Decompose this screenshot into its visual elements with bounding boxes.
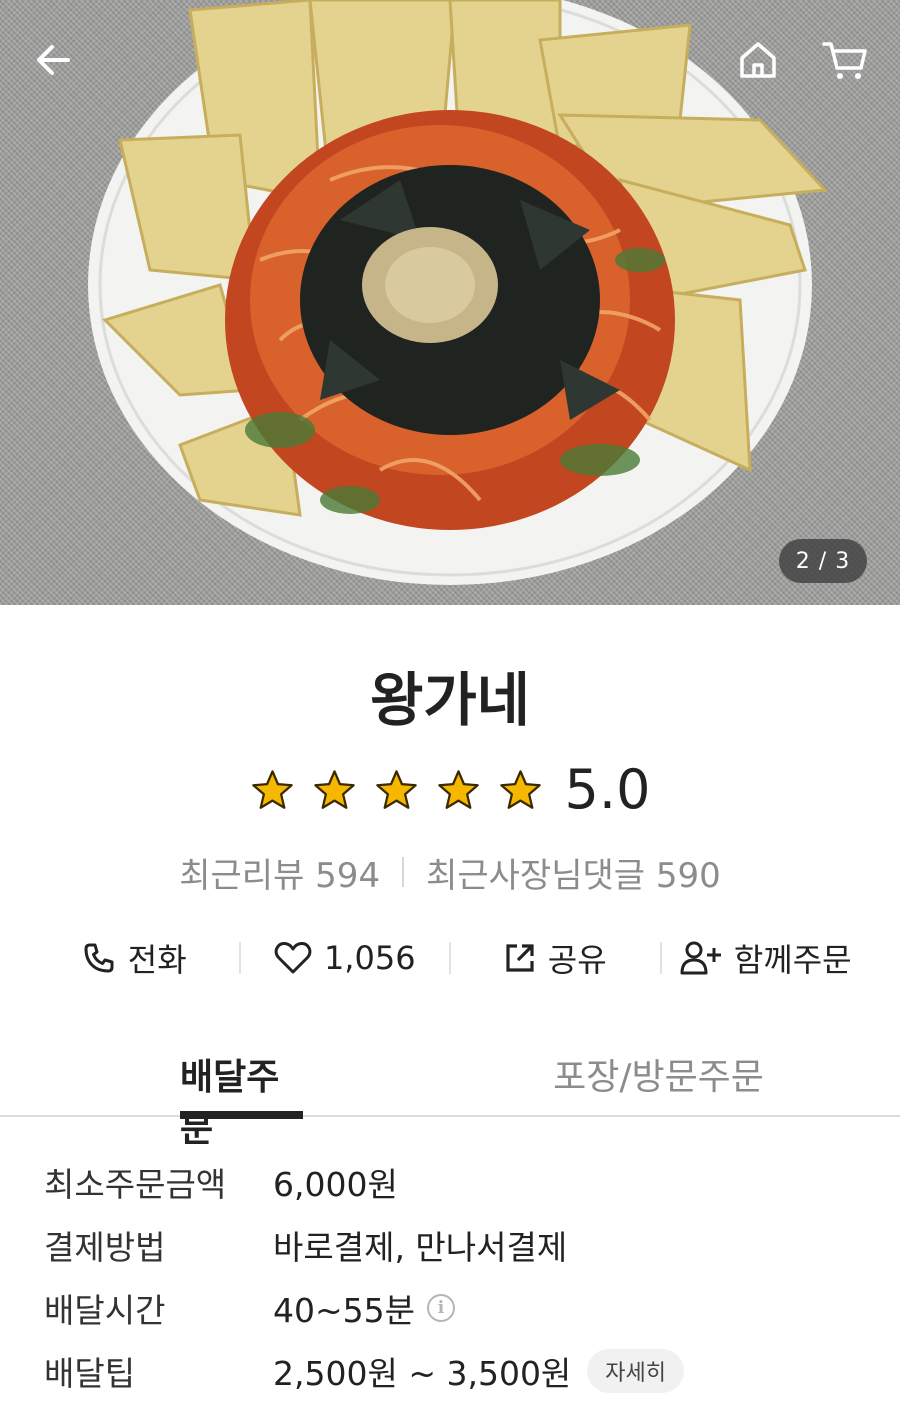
add-person-icon [680, 941, 721, 975]
call-label: 전화 [127, 941, 187, 979]
arrow-left-icon [37, 45, 70, 75]
star-icon [313, 769, 355, 809]
home-button[interactable] [728, 30, 788, 90]
star-icon [251, 769, 293, 809]
phone-icon [84, 943, 114, 973]
info-row-delivery-time: 배달시간 40~55분 i [44, 1276, 864, 1339]
payment-value: 바로결제, 만나서결제 [273, 1227, 568, 1267]
delivery-time: 40~55분 i [273, 1284, 455, 1332]
share-icon [506, 944, 534, 972]
share-label: 공유 [547, 941, 607, 979]
group-order-button[interactable]: 함께주문 [662, 928, 871, 988]
heart-icon [274, 941, 312, 974]
info-row-delivery-tip: 배달팁 2,500원 ~ 3,500원 자세히 [44, 1339, 864, 1402]
recent-reviews-link[interactable]: 최근리뷰 594 [179, 848, 380, 897]
rating-row: 5.0 [0, 755, 900, 825]
rating-value: 5.0 [564, 758, 651, 821]
min-order-label: 최소주문금액 [44, 1164, 227, 1204]
like-button[interactable]: 1,056 [241, 928, 450, 988]
action-row: 전화 1,056 공유 함께주문 [30, 928, 870, 988]
image-page-counter: 2 / 3 [779, 539, 867, 583]
info-row-payment: 결제방법 바로결제, 만나서결제 [44, 1213, 864, 1276]
info-row-min-order: 최소주문금액 6,000원 [44, 1150, 864, 1213]
delivery-time-label: 배달시간 [44, 1290, 166, 1330]
store-name: 왕가네 [369, 666, 531, 734]
star-rating [250, 768, 543, 813]
hero-image[interactable]: 2 / 3 [0, 0, 900, 605]
star-icon [499, 769, 541, 809]
cart-button[interactable] [815, 30, 875, 90]
cart-icon [822, 42, 867, 79]
owner-replies-link[interactable]: 최근사장님댓글 590 [426, 848, 721, 897]
delivery-tip: 2,500원 ~ 3,500원 자세히 [273, 1347, 685, 1395]
info-icon[interactable]: i [427, 1293, 455, 1322]
tab-delivery[interactable]: 배달주문 [180, 1040, 303, 1150]
food-photo [88, 0, 829, 585]
tip-detail-button[interactable]: 자세히 [587, 1348, 685, 1393]
divider [402, 857, 405, 887]
share-button[interactable]: 공유 [451, 928, 660, 988]
delivery-tip-label: 배달팁 [44, 1353, 136, 1393]
back-button[interactable] [24, 30, 84, 90]
delivery-info: 최소주문금액 6,000원 결제방법 바로결제, 만나서결제 배달시간 40~5… [44, 1150, 864, 1402]
group-order-label: 함께주문 [733, 941, 852, 979]
min-order-value: 6,000원 [273, 1164, 398, 1204]
star-icon [375, 769, 417, 809]
delivery-tip-value: 2,500원 ~ 3,500원 [273, 1353, 572, 1393]
tab-pickup[interactable]: 포장/방문주문 [553, 1040, 764, 1117]
delivery-time-value: 40~55분 [273, 1290, 415, 1330]
payment-label: 결제방법 [44, 1227, 166, 1267]
home-icon [740, 42, 776, 78]
star-icon [437, 769, 479, 809]
order-type-tabs: 배달주문 포장/방문주문 [0, 1040, 900, 1150]
like-count: 1,056 [323, 939, 416, 977]
review-summary[interactable]: 최근리뷰 594 최근사장님댓글 590 [0, 848, 900, 896]
call-button[interactable]: 전화 [30, 928, 239, 988]
